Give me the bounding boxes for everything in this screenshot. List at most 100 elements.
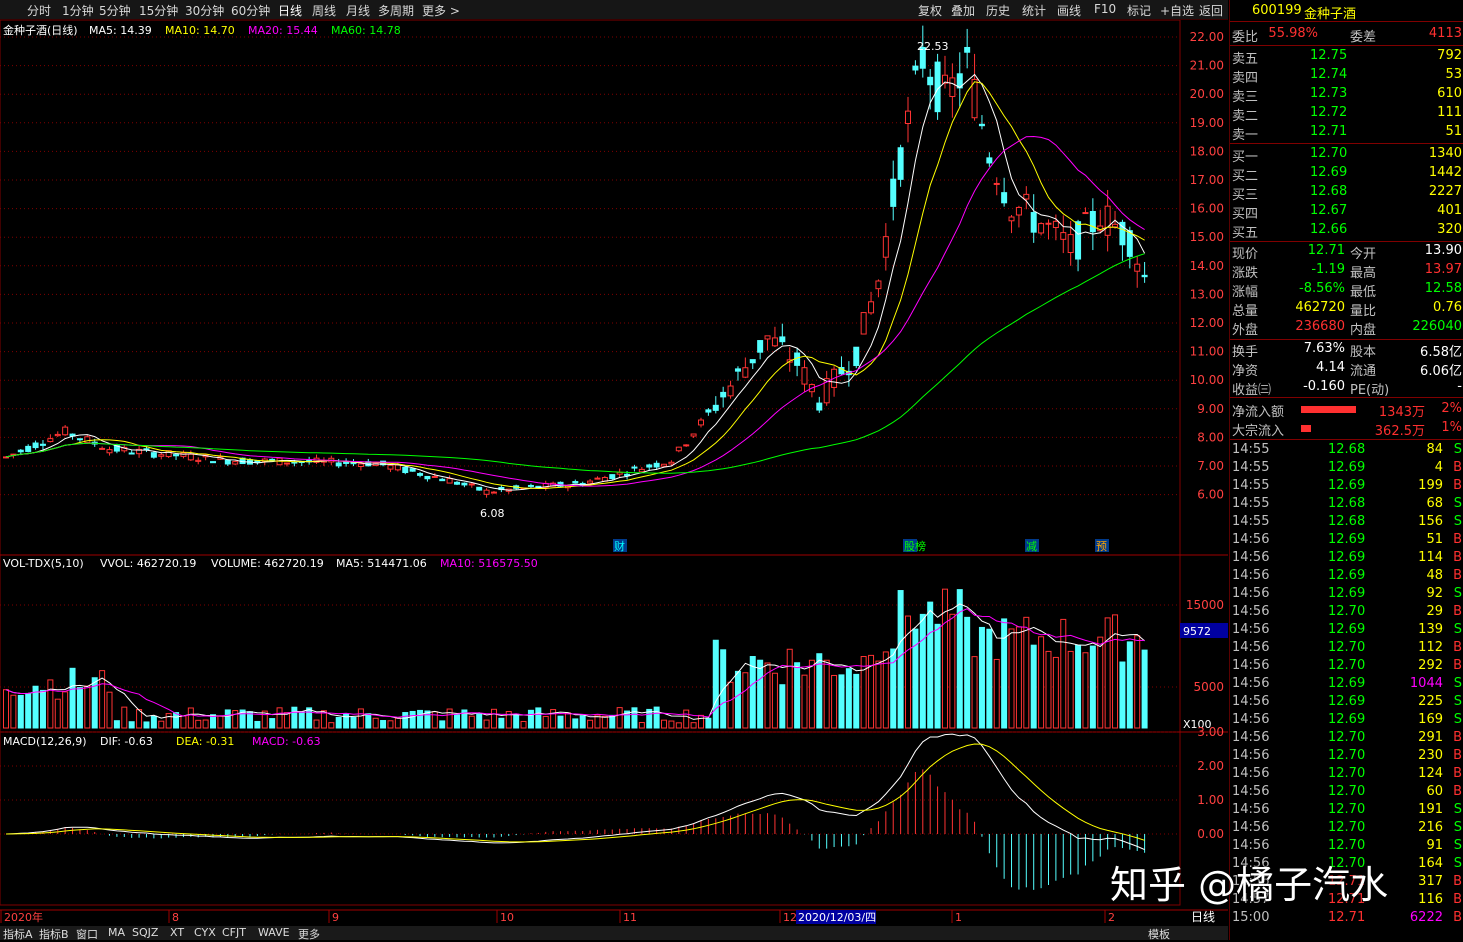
period-tab[interactable]: 5分钟	[99, 2, 131, 19]
candle-body	[816, 402, 823, 411]
candle-body	[587, 480, 594, 484]
stat-label: 最高	[1350, 266, 1377, 281]
period-tab[interactable]: 更多 >	[422, 2, 460, 19]
tick-side: S	[1453, 622, 1462, 637]
divider	[1230, 21, 1463, 22]
candle-body	[84, 436, 91, 444]
candle-body	[949, 77, 956, 98]
vol-tick: 15000	[1186, 598, 1224, 612]
candle-body	[927, 76, 934, 86]
volume-bar	[10, 694, 17, 729]
candle-body	[986, 157, 993, 164]
volume-bar	[431, 711, 438, 729]
stat-value: 12.71	[1307, 243, 1345, 258]
period-tab[interactable]: 周线	[312, 2, 336, 19]
tool-button[interactable]: 统计	[1022, 2, 1046, 19]
volume-bar	[661, 719, 668, 729]
period-tab[interactable]: 日线	[278, 2, 302, 19]
volume-bar	[1030, 644, 1037, 729]
tick-volume: 216	[1418, 820, 1443, 835]
volume-bar	[283, 712, 290, 729]
volume-bar	[616, 707, 623, 729]
candle-body	[454, 481, 461, 485]
period-tab[interactable]: 15分钟	[139, 2, 178, 19]
stat-value: 0.76	[1433, 300, 1462, 315]
tool-button[interactable]: 画线	[1057, 2, 1081, 19]
candle-body	[912, 65, 919, 71]
tool-button[interactable]: 历史	[986, 2, 1010, 19]
volume-bar	[653, 706, 660, 729]
tool-button[interactable]: F10	[1094, 2, 1116, 16]
candle-body	[490, 491, 497, 494]
bid-price: 12.66	[1310, 222, 1348, 237]
candle-body	[609, 474, 616, 480]
volume-bar	[454, 714, 461, 729]
candle-body	[394, 464, 401, 471]
tool-button[interactable]: 标记	[1127, 2, 1151, 19]
tool-button[interactable]: +自选	[1160, 2, 1194, 19]
event-label: 股榜	[904, 539, 926, 553]
volume-bar	[927, 601, 934, 729]
candle-body	[402, 466, 409, 474]
tick-price: 12.70	[1328, 748, 1366, 763]
volume-bar	[631, 707, 638, 729]
period-tag: 日线	[1191, 910, 1215, 924]
volume-bar	[727, 681, 734, 729]
stat-label: PE(动)	[1350, 383, 1390, 398]
period-tab[interactable]: 60分钟	[231, 2, 270, 19]
macd-bars	[12, 769, 1146, 890]
tick-time: 14:56	[1232, 568, 1270, 583]
tick-time: 14:56	[1232, 802, 1270, 817]
flow-pct: 2%	[1441, 401, 1462, 416]
indicator-tab[interactable]: WAVE	[258, 926, 290, 939]
bid-price: 12.70	[1310, 146, 1348, 161]
kline-chart[interactable]: 22.0021.0020.0019.0018.0017.0016.0015.00…	[0, 20, 1228, 926]
period-tab[interactable]: 多周期	[378, 2, 414, 19]
tool-button[interactable]: 返回	[1199, 2, 1223, 19]
period-tab[interactable]: 1分钟	[62, 2, 94, 19]
period-tab[interactable]: 月线	[346, 2, 370, 19]
volume-bar	[579, 715, 586, 729]
tick-price: 12.70	[1328, 802, 1366, 817]
indicator-tab[interactable]: CYX	[194, 926, 216, 939]
tick-volume: 230	[1418, 748, 1443, 763]
volume-bar	[1067, 650, 1074, 729]
volume-bar	[786, 648, 793, 729]
volume-bar	[971, 656, 978, 729]
tool-button[interactable]: 复权	[918, 2, 942, 19]
macd-tick: 1.00	[1197, 793, 1224, 807]
candle-body	[150, 452, 157, 458]
bid-volume: 1442	[1428, 165, 1462, 180]
volume-bar	[476, 713, 483, 729]
indicator-tab[interactable]: CFJT	[222, 926, 246, 939]
volume-bar	[84, 685, 91, 729]
indicator-tab[interactable]: XT	[170, 926, 184, 939]
tool-button[interactable]: 叠加	[951, 2, 975, 19]
indicator-tab[interactable]: MA	[108, 926, 125, 939]
price-tick: 20.00	[1190, 87, 1224, 101]
candle-body	[727, 385, 734, 397]
stat-value: 12.58	[1424, 281, 1462, 296]
candle-body	[1008, 216, 1015, 222]
tick-time: 14:56	[1232, 694, 1270, 709]
tick-side: S	[1453, 802, 1462, 817]
period-tab[interactable]: 30分钟	[185, 2, 224, 19]
tick-side: B	[1453, 766, 1462, 781]
volume-bar	[1015, 626, 1022, 729]
tick-time: 14:56	[1232, 712, 1270, 727]
price-tick: 6.00	[1197, 488, 1224, 502]
volume-bar	[934, 623, 941, 729]
tick-time: 14:56	[1232, 550, 1270, 565]
stat-value: -	[1457, 379, 1462, 394]
chart-frame	[0, 20, 1181, 906]
period-tab[interactable]: 分时	[27, 2, 51, 19]
candle-body	[771, 337, 778, 347]
indicator-tab[interactable]: SQJZ	[132, 926, 158, 939]
legend-item: MA10: 14.70	[165, 24, 235, 37]
candle-body	[720, 391, 727, 398]
volume-bar	[291, 706, 298, 729]
tick-side: S	[1453, 496, 1462, 511]
tick-price: 12.70	[1328, 784, 1366, 799]
tick-side: B	[1453, 910, 1462, 925]
candle-body	[387, 464, 394, 470]
